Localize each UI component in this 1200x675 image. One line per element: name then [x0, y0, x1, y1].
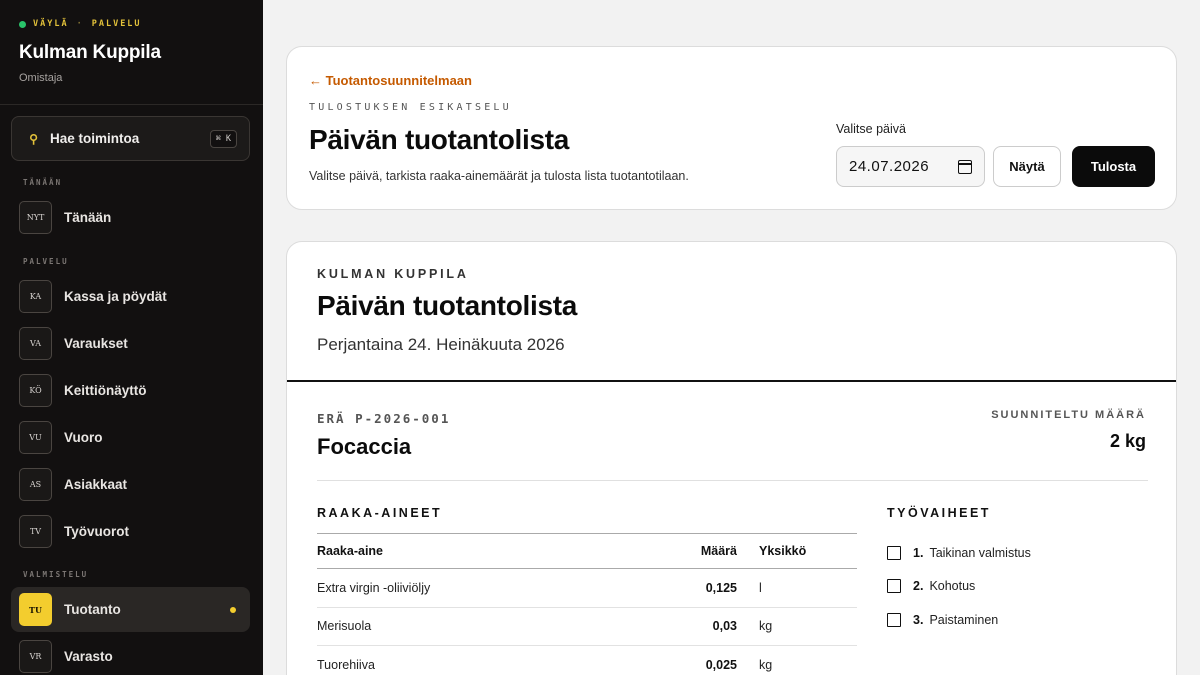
document-date: Perjantaina 24. Heinäkuuta 2026	[317, 335, 565, 354]
page-eyebrow: TULOSTUKSEN ESIKATSELU	[309, 102, 512, 113]
ingredient-quantity: 0,025	[667, 645, 737, 675]
section-label-service: PALVELU	[23, 257, 69, 266]
planned-amount-label: SUUNNITELTU MÄÄRÄ	[991, 409, 1146, 421]
nav-badge-icon: VU	[19, 421, 52, 454]
steps-heading: TYÖVAIHEET	[887, 506, 991, 520]
document-divider	[287, 380, 1176, 382]
print-button[interactable]: Tulosta	[1072, 146, 1155, 187]
column-header-ingredient: Raaka-aine	[317, 533, 667, 569]
nav-badge-icon: AS	[19, 468, 52, 501]
search-label: Hae toimintoa	[50, 131, 140, 146]
step-number: 3.	[913, 612, 924, 627]
table-row: Extra virgin -oliiviöljy 0,125 l	[317, 568, 857, 608]
sidebar-item-pos[interactable]: KA Kassa ja pöydät	[11, 274, 250, 319]
document-title: Päivän tuotantolista	[317, 290, 578, 321]
ingredient-quantity: 0,125	[667, 568, 737, 608]
command-search-button[interactable]: ⚲ Hae toimintoa ⌘ K	[11, 116, 250, 161]
calendar-icon[interactable]	[958, 159, 972, 174]
restaurant-name: Kulman Kuppila	[19, 42, 161, 63]
sidebar-item-label: Vuoro	[64, 430, 103, 445]
sidebar-item-inventory[interactable]: VR Varasto	[11, 634, 250, 675]
document-restaurant-name: KULMAN KUPPILA	[317, 267, 469, 281]
sidebar-item-label: Keittiönäyttö	[64, 383, 147, 398]
date-value: 24.07.2026	[849, 158, 930, 175]
shortcut-hint: ⌘ K	[209, 129, 237, 148]
nav-badge-icon: KA	[19, 280, 52, 313]
ingredient-name: Merisuola	[317, 607, 667, 646]
ingredient-unit: kg	[737, 607, 857, 646]
batch-product-name: Focaccia	[317, 434, 412, 459]
sidebar-item-label: Varasto	[64, 649, 113, 664]
section-label-prep: VALMISTELU	[23, 570, 89, 579]
column-header-quantity: Määrä	[667, 533, 737, 569]
nav-badge-icon: TV	[19, 515, 52, 548]
nav-badge-icon: VA	[19, 327, 52, 360]
batch-id: ERÄ P-2026-001	[317, 411, 451, 426]
list-item[interactable]: 3. Paistaminen	[887, 603, 1147, 637]
planned-amount-value: 2 kg	[1109, 431, 1146, 451]
nav-badge-icon: KÖ	[19, 374, 52, 407]
step-label: Kohotus	[929, 579, 976, 594]
brand-block: VÄYLÄ · PALVELU Kulman Kuppila Omistaja	[0, 0, 263, 105]
sidebar: VÄYLÄ · PALVELU Kulman Kuppila Omistaja …	[0, 0, 263, 675]
step-label: Paistaminen	[929, 612, 999, 627]
nav-badge-icon: VR	[19, 640, 52, 673]
sidebar-item-kitchen-display[interactable]: KÖ Keittiönäyttö	[11, 368, 250, 413]
ingredient-name: Extra virgin -oliiviöljy	[317, 568, 667, 608]
ingredients-heading: RAAKA-AINEET	[317, 506, 443, 520]
work-steps-list: 1. Taikinan valmistus 2. Kohotus 3. Pais…	[887, 536, 1147, 637]
status-dot-icon	[19, 20, 26, 28]
brand-tagline: VÄYLÄ · PALVELU	[19, 16, 244, 32]
sidebar-item-work-shifts[interactable]: TV Työvuorot	[11, 509, 250, 554]
page-subtitle: Valitse päivä, tarkista raaka-ainemäärät…	[309, 169, 689, 183]
table-row: Tuorehiiva 0,025 kg	[317, 645, 857, 675]
search-icon: ⚲	[29, 131, 38, 146]
brand-tag-left: VÄYLÄ	[33, 19, 69, 29]
list-item[interactable]: 2. Kohotus	[887, 570, 1147, 604]
nav-badge-icon: TU	[19, 593, 52, 626]
ingredient-unit: l	[737, 568, 857, 608]
sidebar-item-reservations[interactable]: VA Varaukset	[11, 321, 250, 366]
production-list-document: KULMAN KUPPILA Päivän tuotantolista Perj…	[286, 241, 1177, 675]
sidebar-item-label: Varaukset	[64, 336, 128, 351]
ingredients-table: Raaka-aine Määrä Yksikkö Extra virgin -o…	[317, 533, 857, 675]
sidebar-item-customers[interactable]: AS Asiakkaat	[11, 462, 250, 507]
step-checkbox[interactable]	[887, 545, 901, 560]
user-role: Omistaja	[19, 72, 63, 84]
step-number: 1.	[913, 545, 924, 560]
sidebar-item-shift[interactable]: VU Vuoro	[11, 415, 250, 460]
date-picker-input[interactable]: 24.07.2026	[836, 146, 985, 187]
sidebar-item-label: Työvuorot	[64, 524, 129, 539]
back-to-production-plan-link[interactable]: ← Tuotantosuunnitelmaan	[309, 73, 472, 88]
sidebar-item-today[interactable]: NYT Tänään	[11, 195, 250, 240]
brand-tag-right: PALVELU	[91, 19, 142, 29]
step-checkbox[interactable]	[887, 579, 901, 594]
list-item[interactable]: 1. Taikinan valmistus	[887, 536, 1147, 570]
column-header-unit: Yksikkö	[737, 533, 857, 569]
print-preview-header: ← Tuotantosuunnitelmaan TULOSTUKSEN ESIK…	[286, 46, 1177, 210]
table-row: Merisuola 0,03 kg	[317, 607, 857, 646]
step-checkbox[interactable]	[887, 612, 901, 627]
page-title: Päivän tuotantolista	[309, 124, 570, 155]
sidebar-item-label: Kassa ja pöydät	[64, 289, 167, 304]
step-label: Taikinan valmistus	[929, 545, 1031, 560]
ingredient-unit: kg	[737, 645, 857, 675]
sidebar-item-production[interactable]: TU Tuotanto	[11, 587, 250, 632]
table-header-row: Raaka-aine Määrä Yksikkö	[317, 533, 857, 569]
date-picker-label: Valitse päivä	[836, 122, 906, 136]
brand-tag-separator: ·	[76, 19, 84, 29]
ingredient-quantity: 0,03	[667, 607, 737, 646]
sidebar-item-label: Asiakkaat	[64, 477, 128, 492]
show-button[interactable]: Näytä	[993, 146, 1061, 187]
active-indicator-icon	[230, 606, 236, 613]
nav-badge-icon: NYT	[19, 201, 52, 234]
section-label-today: TÄNÄÄN	[23, 178, 63, 187]
step-number: 2.	[913, 579, 924, 594]
ingredient-name: Tuorehiiva	[317, 645, 667, 675]
sidebar-item-label: Tänään	[64, 210, 112, 225]
batch-divider	[317, 480, 1148, 481]
sidebar-item-label: Tuotanto	[64, 602, 121, 617]
